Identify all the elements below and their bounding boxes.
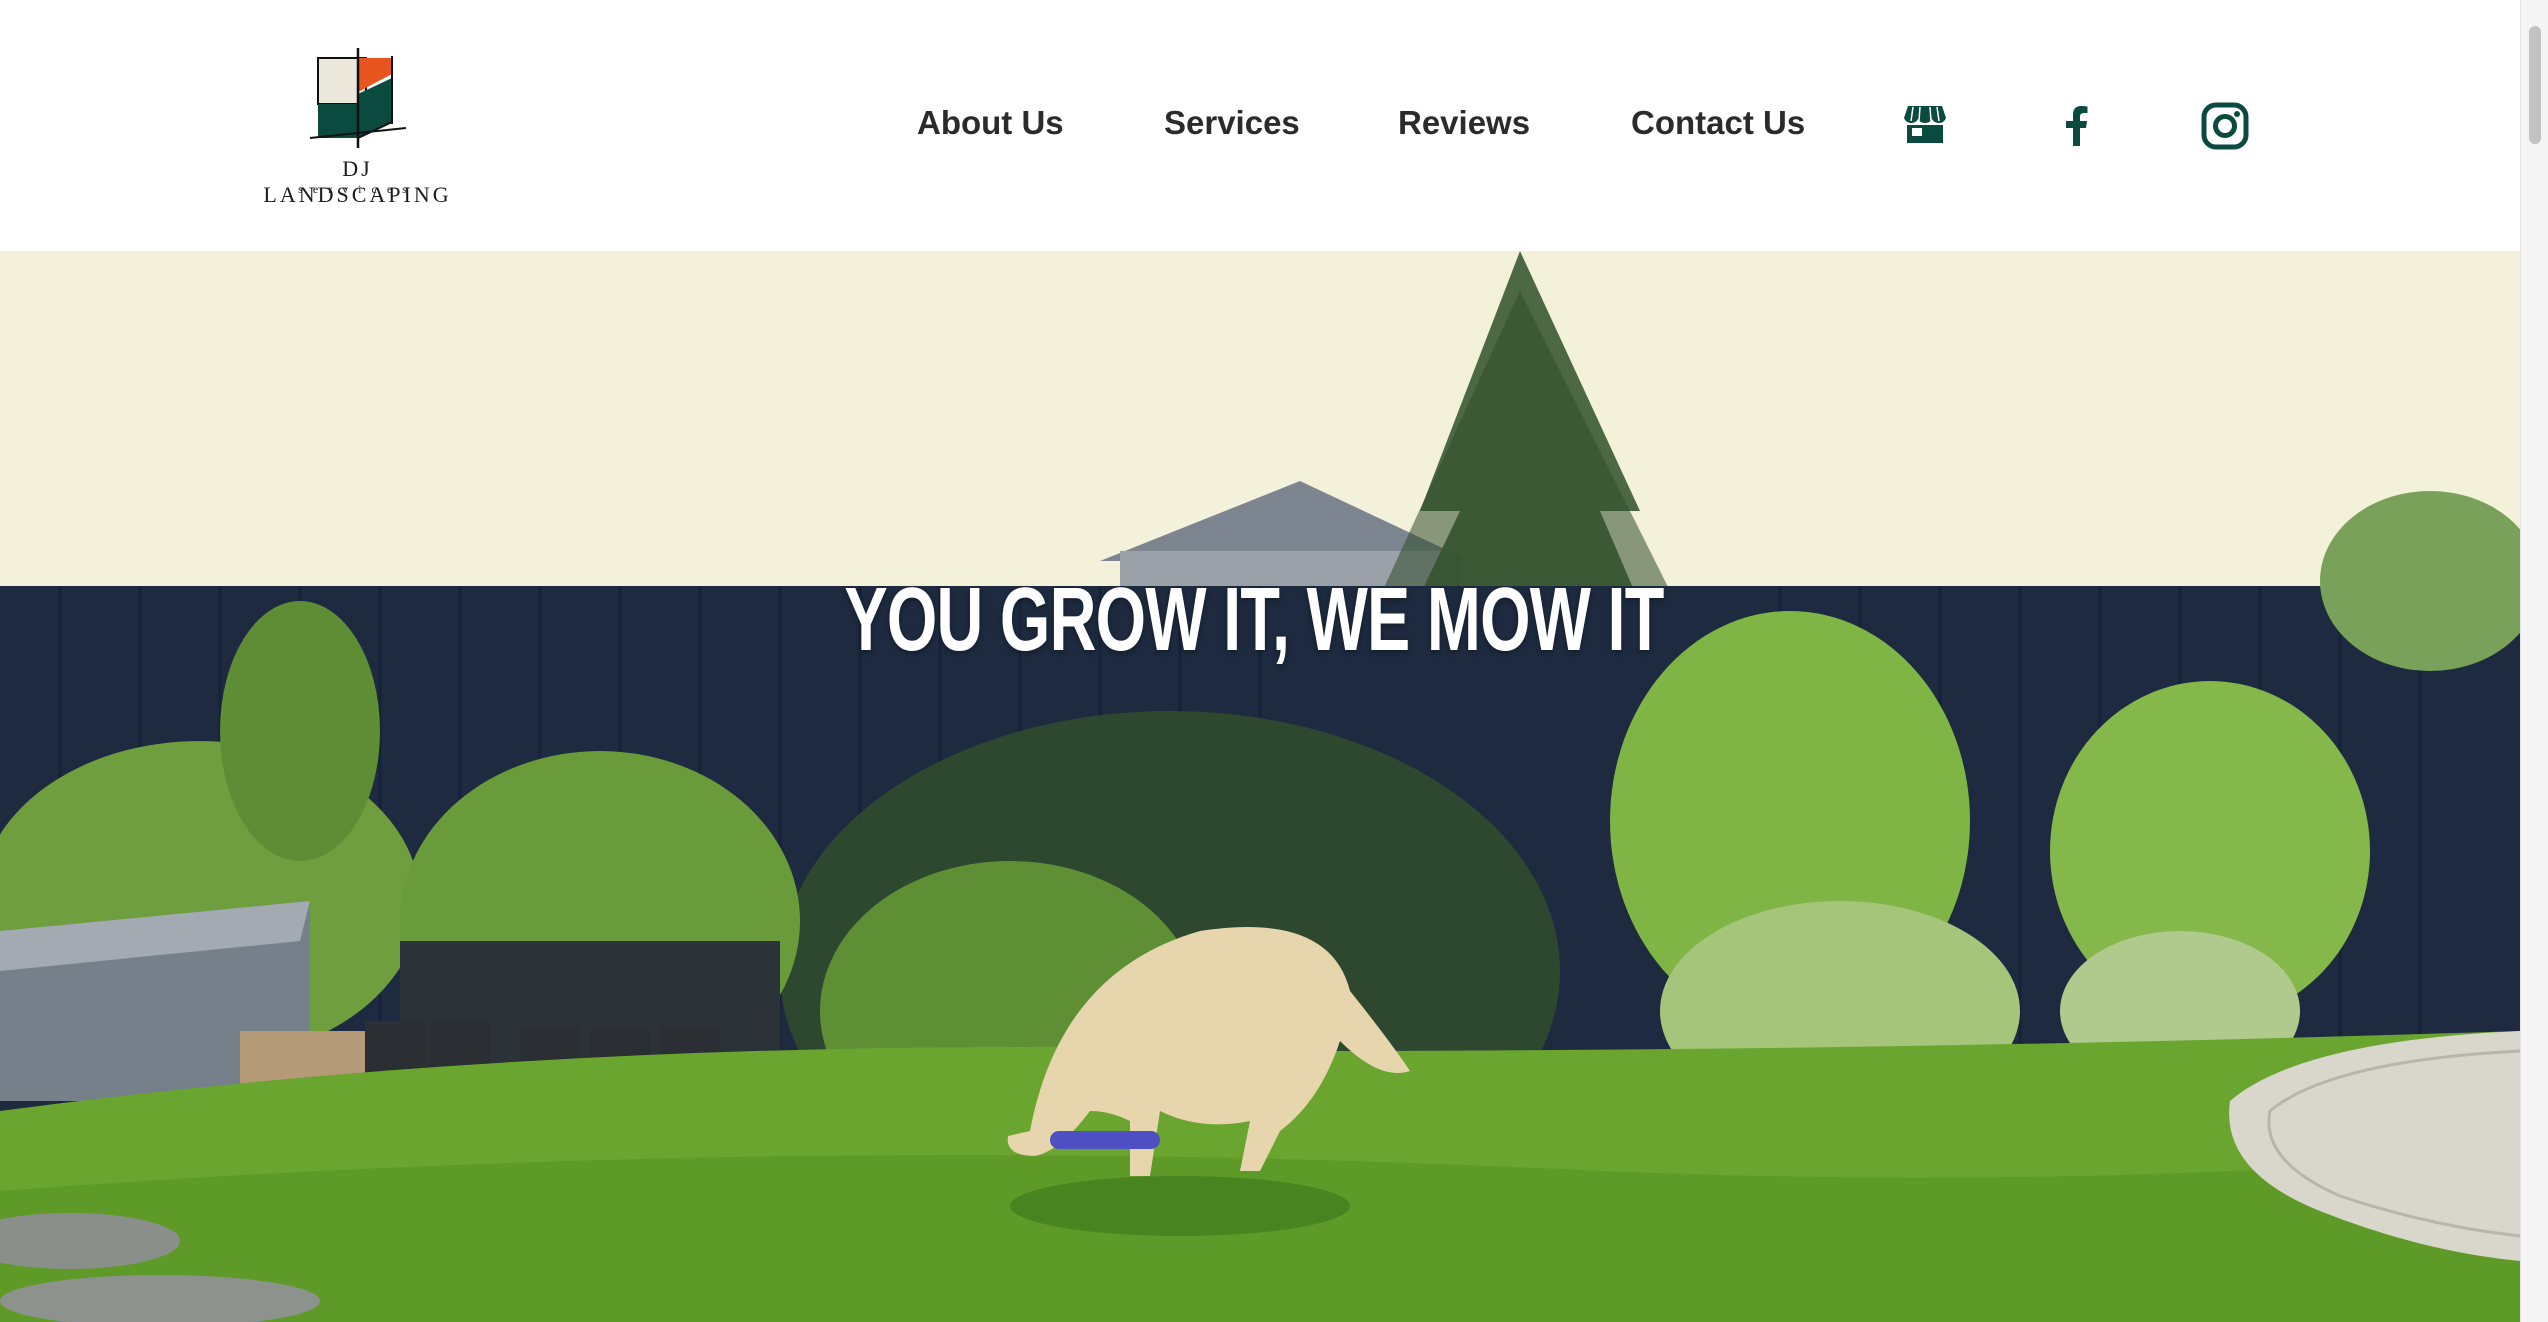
nav-about-us[interactable]: About Us <box>917 104 1064 142</box>
nav-services[interactable]: Services <box>1164 104 1300 142</box>
storefront-icon[interactable] <box>1904 104 1946 144</box>
nav-contact-us[interactable]: Contact Us <box>1631 104 1805 142</box>
scrollbar-thumb[interactable] <box>2529 26 2541 144</box>
brand-logo[interactable]: DJ LANDSCAPING services <box>250 48 465 207</box>
site-header: DJ LANDSCAPING services About Us Service… <box>0 0 2520 251</box>
logo-tagline: services <box>298 182 417 196</box>
nav-reviews[interactable]: Reviews <box>1398 104 1530 142</box>
hero-section: YOU GROW IT, WE MOW IT <box>0 251 2520 1322</box>
facebook-icon[interactable] <box>2063 104 2089 146</box>
instagram-icon[interactable] <box>2201 102 2249 150</box>
logo-mark-icon <box>310 48 406 148</box>
hero-headline: YOU GROW IT, WE MOW IT <box>844 570 1664 670</box>
hero-background-image <box>0 251 2520 1322</box>
page-scrollbar[interactable] <box>2520 0 2548 1322</box>
